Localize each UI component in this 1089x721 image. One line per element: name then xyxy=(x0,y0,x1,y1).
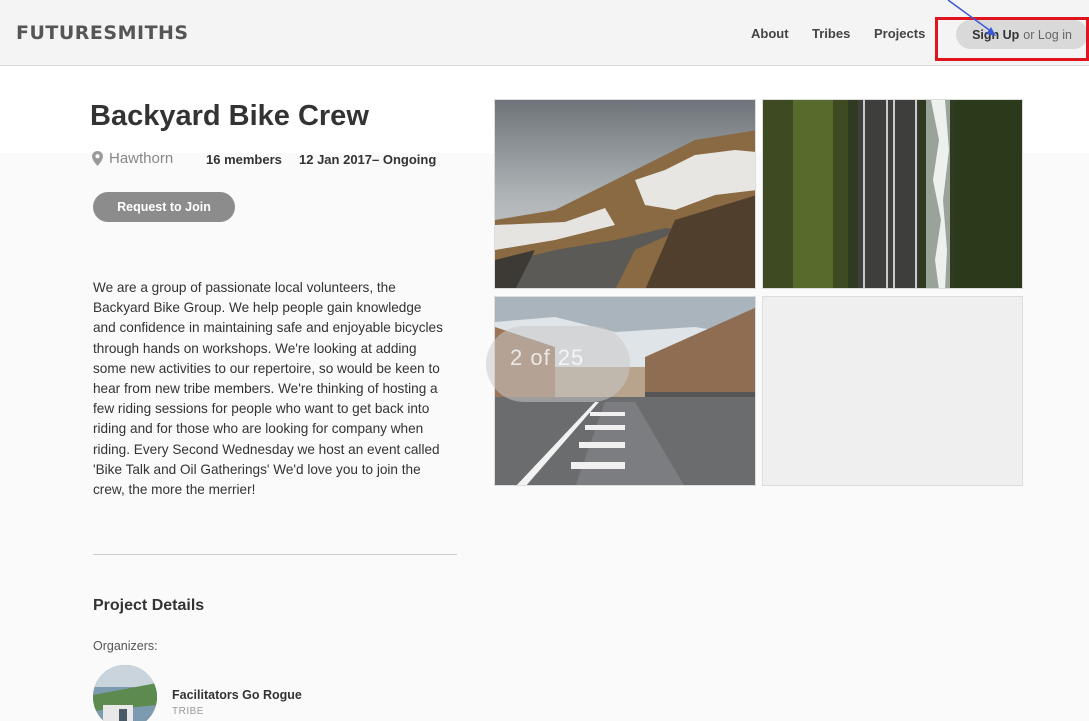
pointer-arrow-icon xyxy=(947,0,996,36)
organizer-name[interactable]: Facilitators Go Rogue xyxy=(172,688,302,702)
request-to-join-button[interactable]: Request to Join xyxy=(93,192,235,222)
gallery-photo-placeholder[interactable] xyxy=(762,296,1023,486)
project-title: Backyard Bike Crew xyxy=(90,100,369,132)
location-label: Hawthorn xyxy=(109,150,174,167)
organizers-label: Organizers: xyxy=(93,639,158,653)
organizer-type: TRIBE xyxy=(172,706,204,717)
project-details-heading: Project Details xyxy=(93,597,205,614)
organizer-avatar-image xyxy=(93,665,157,721)
project-dates: 12 Jan 2017– Ongoing xyxy=(299,152,437,167)
top-navigation-bar: FUTURESMITHS About Tribes Projects Sign … xyxy=(0,0,1089,66)
nav-projects-link[interactable]: Projects xyxy=(874,26,925,41)
gallery-photo-aerial-highway[interactable] xyxy=(762,99,1023,289)
project-description: We are a group of passionate local volun… xyxy=(93,280,443,498)
project-location: Hawthorn xyxy=(92,150,173,167)
mountain-road-photo xyxy=(495,100,755,288)
nav-about-link[interactable]: About xyxy=(751,26,789,41)
section-divider xyxy=(93,554,457,555)
site-logo[interactable]: FUTURESMITHS xyxy=(16,22,189,44)
gallery-counter: 2 of 25 xyxy=(510,345,585,370)
members-count: 16 members xyxy=(206,152,282,167)
location-pin-icon xyxy=(92,151,103,166)
nav-tribes-link[interactable]: Tribes xyxy=(812,26,850,41)
organizer-avatar[interactable] xyxy=(93,665,157,721)
aerial-highway-photo xyxy=(763,100,1022,288)
gallery-photo-mountain-road[interactable] xyxy=(494,99,756,289)
